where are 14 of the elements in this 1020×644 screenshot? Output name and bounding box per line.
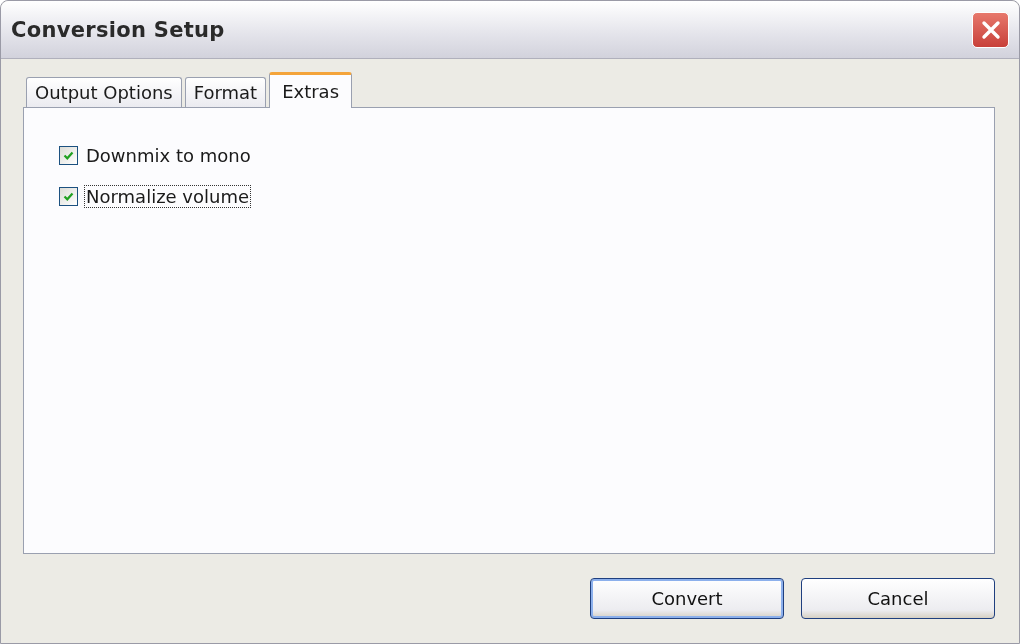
tab[interactable]: Extras (269, 72, 353, 108)
dialog-button[interactable]: Convert (590, 578, 784, 619)
dialog-button[interactable]: Cancel (801, 578, 995, 619)
checkbox[interactable] (59, 187, 78, 206)
checkbox-label[interactable]: Downmix to mono (84, 144, 253, 167)
close-button[interactable] (972, 11, 1009, 48)
tab[interactable]: Output Options (26, 77, 182, 107)
checkbox-label[interactable]: Normalize volume (84, 185, 252, 208)
tab[interactable]: Format (184, 77, 267, 107)
check-icon (63, 191, 74, 202)
check-icon (63, 150, 74, 161)
checkbox[interactable] (59, 146, 78, 165)
close-icon (980, 19, 1001, 40)
window-title: Conversion Setup (11, 17, 225, 42)
